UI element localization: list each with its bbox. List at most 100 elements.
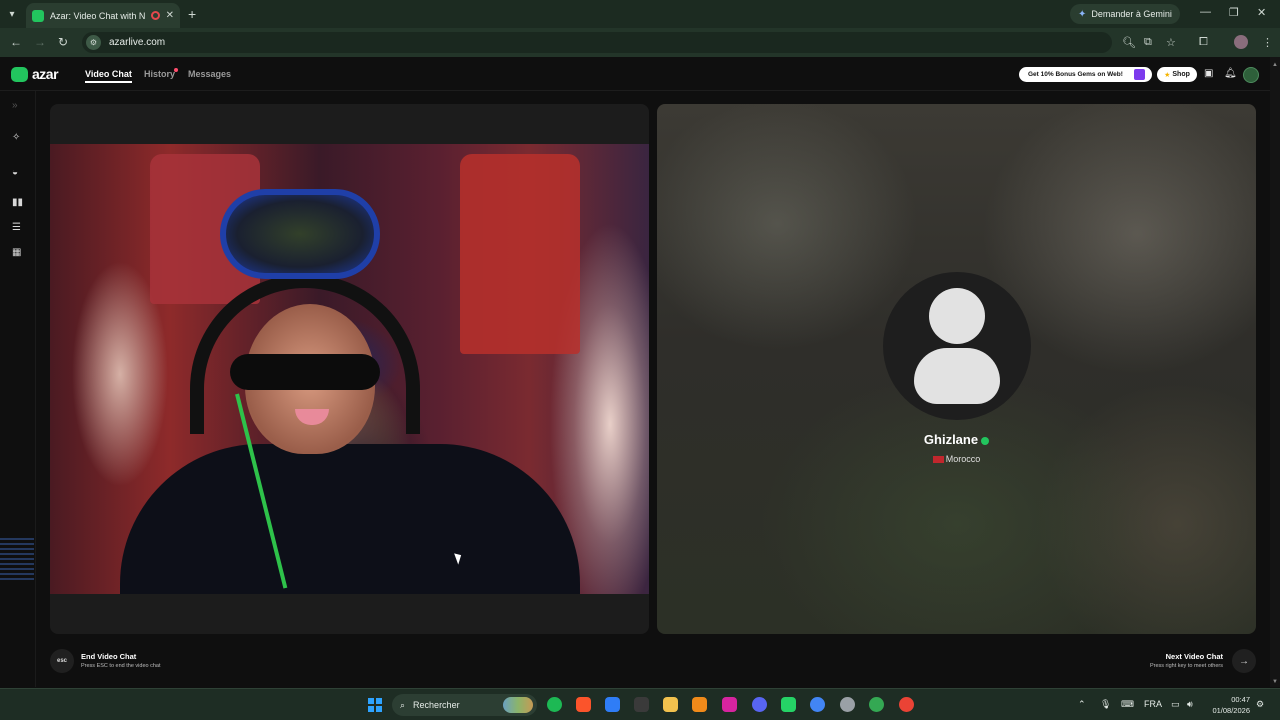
sidebar: » ✧ ◒ ▮▮ ☰ ▦ xyxy=(0,91,36,687)
effects-icon[interactable]: ◒ xyxy=(12,167,18,178)
browser-tab[interactable]: Azar: Video Chat with New ✕ xyxy=(26,3,180,28)
search-icon: ⌕ xyxy=(400,699,406,710)
shop-button[interactable]: ★ Shop xyxy=(1157,67,1197,82)
avatar-body xyxy=(914,348,1000,404)
new-tab-button[interactable]: + xyxy=(188,6,196,22)
volume-icon[interactable]: 🔊︎ xyxy=(1187,699,1193,710)
next-chat-title: Next Video Chat xyxy=(1165,652,1223,661)
scroll-up-icon[interactable]: ▲ xyxy=(1272,62,1278,68)
gem-icon: ★ xyxy=(1164,71,1171,79)
chrome-icon[interactable] xyxy=(810,697,825,712)
my-camera-feed xyxy=(50,144,649,594)
system-clock[interactable]: 00:47 01/08/2026 xyxy=(1206,694,1250,716)
gemini-button[interactable]: ✦ Demander à Gemini xyxy=(1070,4,1180,24)
install-app-icon[interactable]: ⧉ xyxy=(1144,36,1152,49)
clock-time: 00:47 xyxy=(1231,695,1250,704)
microphone-icon[interactable]: 🎙︎ xyxy=(1100,699,1111,710)
search-placeholder: Rechercher xyxy=(413,700,460,710)
azar-logo[interactable]: azar xyxy=(11,66,59,82)
windows-start-icon[interactable] xyxy=(368,698,382,712)
profile-avatar[interactable] xyxy=(1234,35,1248,49)
keyboard-icon[interactable]: ⌨ xyxy=(1121,699,1134,710)
nav-history[interactable]: History xyxy=(144,69,175,79)
brave-icon[interactable] xyxy=(576,697,591,712)
scroll-down-icon[interactable]: ▼ xyxy=(1272,679,1278,685)
azar-logo-icon xyxy=(11,66,28,82)
tab-search-icon[interactable]: ▾ xyxy=(0,0,24,28)
address-toolbar: ← → ↻ ⚙ azarlive.com 🔍︎ ⧉ ☆ ⧠ ⋮ xyxy=(0,28,1280,57)
verified-icon xyxy=(981,436,990,445)
overlay-text-fragment xyxy=(0,538,34,582)
person-torso xyxy=(120,444,580,594)
vlc-icon[interactable] xyxy=(692,697,707,712)
forward-icon[interactable]: → xyxy=(34,35,46,49)
search-highlight-icon xyxy=(503,697,533,713)
layout-side-by-side-icon[interactable]: ▮▮ xyxy=(12,197,23,208)
defender-icon[interactable] xyxy=(605,697,620,712)
peer-country: Morocco xyxy=(945,454,981,464)
layout-grid-icon[interactable]: ▦ xyxy=(12,247,21,258)
gemini-label: Demander à Gemini xyxy=(1091,9,1172,19)
user-avatar[interactable] xyxy=(1243,67,1259,83)
page-scrollbar[interactable] xyxy=(1270,57,1280,687)
morocco-flag-icon xyxy=(932,456,944,464)
inbox-icon[interactable]: ▣ xyxy=(1204,68,1213,79)
browser-menu-icon[interactable]: ⋮ xyxy=(1262,36,1273,49)
close-tab-icon[interactable]: ✕ xyxy=(166,10,174,21)
nav-video-chat[interactable]: Video Chat xyxy=(85,69,132,83)
browser-tab-bar: ▾ Azar: Video Chat with New ✕ + ✦ Demand… xyxy=(0,0,1280,28)
expand-sidebar-icon[interactable]: » xyxy=(12,100,18,111)
history-notification-dot xyxy=(174,68,178,72)
chrome-alt-icon[interactable] xyxy=(869,697,884,712)
shop-label: Shop xyxy=(1172,71,1190,78)
end-chat-button[interactable]: esc xyxy=(50,649,74,673)
extensions-icon[interactable]: ⧠ xyxy=(1199,36,1208,49)
site-info-icon[interactable]: ⚙ xyxy=(86,35,101,50)
language-indicator[interactable]: FRA xyxy=(1144,699,1162,709)
avatar-head xyxy=(929,288,985,344)
network-icon[interactable]: ▭ xyxy=(1171,699,1180,710)
notifications-icon[interactable]: ⚙ xyxy=(1256,699,1264,710)
instagram-icon[interactable] xyxy=(722,697,737,712)
logo-text: azar xyxy=(32,66,59,82)
chrome-profile-icon[interactable] xyxy=(840,697,855,712)
end-chat-title: End Video Chat xyxy=(81,652,137,661)
taskbar: ⌕ Rechercher ⌃ 🎙︎ ⌨ FRA ▭ 🔊︎ 00:47 01/08… xyxy=(0,688,1280,720)
nav-messages[interactable]: Messages xyxy=(188,69,231,79)
peer-name: Ghizlane xyxy=(923,432,979,447)
zoom-icon[interactable]: 🔍︎ xyxy=(1122,36,1136,49)
tray-overflow-icon[interactable]: ⌃ xyxy=(1078,699,1086,710)
promo-label: Get 10% Bonus Gems on Web! xyxy=(1028,71,1123,78)
taskbar-search[interactable]: ⌕ Rechercher xyxy=(392,694,537,716)
magic-wand-icon[interactable]: ✧ xyxy=(12,132,20,143)
close-window-icon[interactable]: ✕ xyxy=(1257,6,1266,19)
peer-avatar xyxy=(883,272,1031,420)
goggles xyxy=(220,189,380,279)
arrow-right-icon: → xyxy=(1239,655,1249,667)
url-field[interactable]: ⚙ azarlive.com xyxy=(82,32,1112,53)
back-icon[interactable]: ← xyxy=(10,35,22,49)
file-explorer-icon[interactable] xyxy=(663,697,678,712)
background-shirt xyxy=(460,154,580,354)
next-chat-button[interactable]: → xyxy=(1232,649,1256,673)
bell-icon[interactable]: 🔔︎ xyxy=(1224,68,1237,79)
esc-label: esc xyxy=(56,658,67,664)
gift-icon xyxy=(1134,69,1145,80)
chrome-active-icon[interactable] xyxy=(899,697,914,712)
sunglasses xyxy=(230,354,380,390)
restore-icon[interactable]: ❐ xyxy=(1229,6,1239,19)
end-chat-hint: Press ESC to end the video chat xyxy=(81,663,161,669)
discord-icon[interactable] xyxy=(752,697,767,712)
spotify-icon[interactable] xyxy=(547,697,562,712)
minimize-icon[interactable]: — xyxy=(1200,6,1211,18)
bookmark-star-icon[interactable]: ☆ xyxy=(1166,36,1176,49)
layout-stacked-icon[interactable]: ☰ xyxy=(12,222,21,233)
peer-name-row: Ghizlane xyxy=(657,432,1256,447)
peer-country-row: Morocco xyxy=(657,454,1256,464)
gemini-icon: ✦ xyxy=(1078,8,1087,20)
reload-icon[interactable]: ↻ xyxy=(58,35,68,49)
whatsapp-icon[interactable] xyxy=(781,697,796,712)
store-icon[interactable] xyxy=(634,697,649,712)
bonus-gems-button[interactable]: Get 10% Bonus Gems on Web! xyxy=(1019,67,1152,82)
tab-title: Azar: Video Chat with New xyxy=(50,10,145,21)
